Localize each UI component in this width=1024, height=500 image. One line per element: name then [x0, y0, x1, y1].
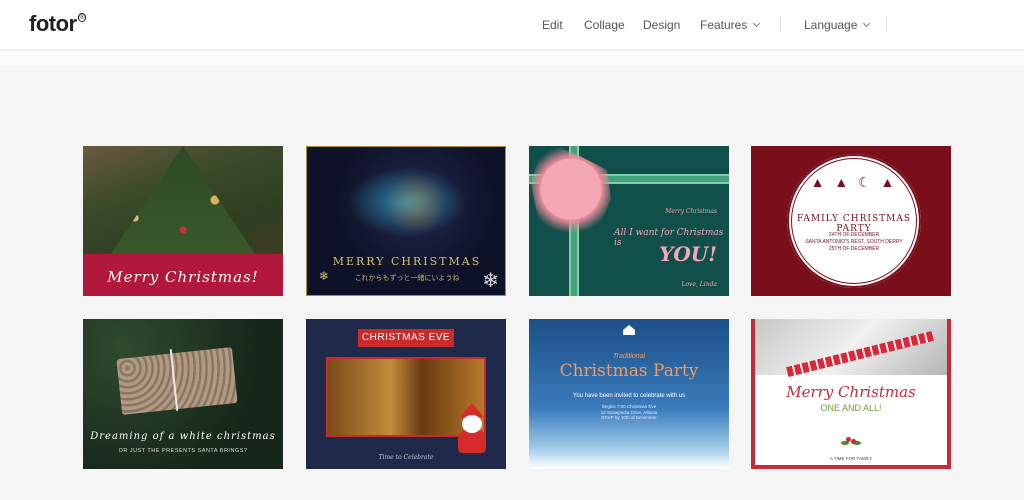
header-shadow-band	[0, 51, 1024, 66]
template-card-family-party[interactable]: ▲ ▲ ☾ ▲ FAMILY CHRISTMAS PARTY 24TH OF D…	[751, 146, 951, 296]
card-line-4: RSVP by 10th of December	[601, 415, 657, 420]
house-icon	[623, 325, 635, 335]
nav-features-label: Features	[700, 18, 748, 32]
nav-language-label: Language	[804, 18, 858, 32]
chevron-down-icon	[753, 19, 761, 28]
nav-design[interactable]: Design	[643, 0, 680, 50]
card-details: Begins 7:00 Christmas Eve 12 Snowpedia D…	[529, 404, 729, 421]
nav-collage[interactable]: Collage	[584, 0, 625, 50]
card-footer: A TIME FOR FAMILY	[829, 456, 873, 461]
nav-features[interactable]: Features	[700, 0, 761, 50]
nav-design-label: Design	[643, 18, 681, 32]
card-title: MERRY CHRISTMAS	[332, 255, 482, 268]
nav-edit[interactable]: Edit	[542, 0, 563, 50]
template-card-christmas-eve[interactable]: CHRISTMAS EVE Time to Celebrate	[306, 319, 506, 469]
card-title: Merry Christmas!	[107, 268, 259, 286]
template-card-christmas-party[interactable]: Traditional Christmas Party You have bee…	[529, 319, 729, 469]
chevron-down-icon	[863, 19, 871, 28]
card-subtitle: OR JUST THE PRESENTS SANTA BRINGS?	[118, 448, 248, 454]
card-small-text: Merry Christmas	[665, 208, 717, 215]
card-line-1: 24TH OF DECEMBER	[828, 232, 880, 238]
cutlery-photo	[755, 319, 947, 375]
card-title: Christmas Party	[559, 361, 699, 381]
card-line-1: You have been invited to celebrate with …	[572, 393, 686, 399]
logo-text: fotor	[29, 11, 77, 36]
fotor-logo[interactable]: fotor ®	[29, 11, 87, 37]
template-card-merry-christmas-tree[interactable]: Merry Christmas!	[83, 146, 283, 296]
card-footer: Love, Linda	[681, 281, 717, 288]
card-title: Dreaming of a white christmas	[90, 431, 276, 442]
registered-mark: ®	[77, 12, 87, 22]
santa-icon	[456, 403, 488, 453]
template-card-all-i-want[interactable]: Merry Christmas All I want for Christmas…	[529, 146, 729, 296]
card-line-2: SANTA ANTONIO'S REST, SOUTH DERRY	[805, 239, 903, 245]
gift-bow-icon	[531, 146, 611, 242]
party-badge: ▲ ▲ ☾ ▲ FAMILY CHRISTMAS PARTY 24TH OF D…	[787, 154, 921, 288]
card-title: Merry Christmas	[786, 383, 916, 401]
snowflake-icon: ❄	[482, 270, 499, 292]
snowflake-icon: ❄	[319, 269, 330, 283]
card-line-2: YOU!	[659, 242, 717, 266]
top-header: fotor ® Edit Collage Design Features Lang…	[0, 0, 1024, 50]
nav-divider	[886, 16, 887, 32]
holly-icon	[841, 437, 861, 451]
nav-edit-label: Edit	[542, 18, 563, 32]
template-card-white-christmas[interactable]: Dreaming of a white christmas OR JUST TH…	[83, 319, 283, 469]
card-line-3: 25TH OF DECEMBER	[828, 246, 880, 252]
card-pretitle: Traditional	[612, 353, 646, 360]
tree-icons: ▲ ▲ ☾ ▲	[810, 174, 898, 190]
fireworks-image	[347, 167, 467, 237]
card-footer: Time to Celebrate	[378, 454, 434, 461]
card-title: CHRISTMAS EVE	[358, 329, 454, 347]
nav-collage-label: Collage	[584, 18, 625, 32]
card-title: FAMILY CHRISTMAS PARTY	[796, 214, 912, 234]
template-card-fireworks[interactable]: MERRY CHRISTMAS これからもずっと一緒にいようね ❄ ❄	[306, 146, 506, 296]
nav-divider	[780, 16, 781, 32]
card-details: 24TH OF DECEMBER SANTA ANTONIO'S REST, S…	[787, 232, 921, 253]
card-subtitle: ONE AND ALL!	[820, 403, 882, 413]
nav-language[interactable]: Language	[804, 0, 871, 50]
template-card-one-and-all[interactable]: Merry Christmas ONE AND ALL! A TIME FOR …	[751, 319, 951, 469]
card-subtitle: これからもずっと一緒にいようね	[354, 275, 460, 282]
christmas-tree-image	[103, 146, 263, 266]
